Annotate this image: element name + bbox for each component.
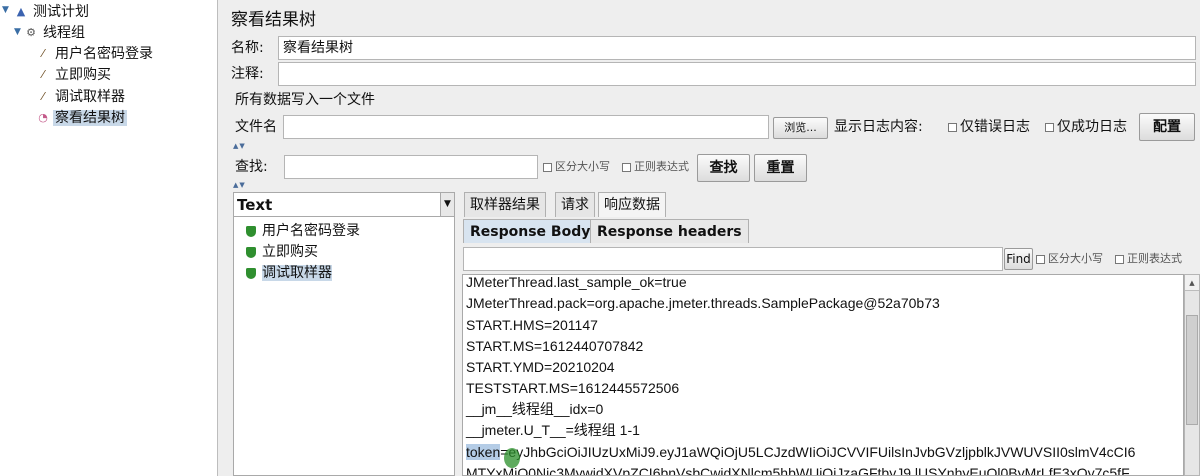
collapse-toggle-icon[interactable]: ▼ — [14, 27, 24, 37]
tree-item-login-sampler[interactable]: ⁄ 用户名密码登录 — [36, 44, 155, 64]
sampler-result-label: 用户名密码登录 — [262, 223, 360, 239]
token-line: token=eyJhbGciOiJIUzUxMiJ9.eyJ1aWQiOjU5L… — [466, 442, 1135, 463]
filename-label: 文件名 — [235, 119, 277, 135]
case-sensitive-label: 区分大小写 — [555, 160, 610, 173]
response-find-bar: Find 区分大小写 正则表达式 — [463, 247, 1200, 271]
gear-icon: ⚙ — [26, 26, 36, 39]
token-value: =eyJhbGciOiJIUzUxMiJ9.eyJ1aWQiOjU5LCJzdW… — [500, 444, 1136, 460]
splitter-handle[interactable]: ▲▼ — [233, 143, 1200, 150]
sampler-result-login[interactable]: 用户名密码登录 — [246, 221, 360, 241]
renderer-select[interactable]: Text ▼ — [234, 193, 454, 217]
response-line: START.MS=1612440707842 — [466, 338, 644, 354]
tab-request[interactable]: 请求 — [555, 192, 595, 217]
success-only-checkbox[interactable]: 仅成功日志 — [1045, 117, 1127, 137]
collapse-toggle-icon[interactable]: ▼ — [2, 5, 12, 15]
response-line: __jm__线程组__idx=0 — [466, 401, 604, 417]
errors-only-checkbox[interactable]: 仅错误日志 — [948, 117, 1030, 137]
filename-input[interactable] — [283, 115, 769, 139]
tree-item-label: 察看结果树 — [53, 110, 127, 126]
tree-item-results-tree[interactable]: ◔ 察看结果树 — [36, 108, 127, 128]
tree-item-label: 测试计划 — [33, 4, 89, 20]
regex-label: 正则表达式 — [634, 160, 689, 173]
response-find-input[interactable] — [463, 247, 1003, 271]
log-content-label: 显示日志内容: — [834, 119, 923, 135]
panel-title: 察看结果树 — [231, 10, 316, 30]
response-regex-checkbox[interactable]: 正则表达式 — [1115, 249, 1182, 269]
reset-button[interactable]: 重置 — [754, 154, 807, 182]
sampler-result-label: 调试取样器 — [262, 265, 332, 281]
errors-only-label: 仅错误日志 — [960, 119, 1030, 135]
success-shield-icon — [246, 225, 256, 237]
scrollbar-thumb[interactable] — [1186, 315, 1198, 425]
sampler-result-label: 立即购买 — [262, 244, 318, 260]
response-case-checkbox[interactable]: 区分大小写 — [1036, 249, 1103, 269]
success-only-label: 仅成功日志 — [1057, 119, 1127, 135]
response-line: TESTSTART.MS=1612445572506 — [466, 380, 680, 396]
chevron-down-icon[interactable]: ▼ — [440, 193, 454, 216]
pipette-icon: ⁄ — [42, 90, 44, 103]
mouse-cursor-highlight — [504, 448, 520, 468]
success-shield-icon — [246, 267, 256, 279]
comment-label: 注释: — [231, 66, 264, 82]
tab-response-data[interactable]: 响应数据 — [598, 192, 666, 217]
configure-button[interactable]: 配置 — [1139, 113, 1195, 141]
search-label: 查找: — [235, 159, 268, 175]
response-regex-label: 正则表达式 — [1127, 252, 1182, 265]
sampler-result-buy[interactable]: 立即购买 — [246, 242, 318, 262]
pipette-icon: ⁄ — [42, 68, 44, 81]
case-sensitive-checkbox[interactable]: 区分大小写 — [543, 157, 610, 177]
checkbox-box — [1115, 254, 1124, 264]
tab-response-headers[interactable]: Response headers — [590, 219, 749, 243]
tree-item-test-plan[interactable]: ▲ 测试计划 — [14, 2, 91, 22]
tree-item-thread-group[interactable]: ⚙ 线程组 — [24, 23, 87, 43]
response-line: JMeterThread.last_sample_ok=true — [466, 274, 687, 290]
response-case-label: 区分大小写 — [1048, 252, 1103, 265]
test-plan-tree: ▼ ▲ 测试计划 ▼ ⚙ 线程组 ⁄ 用户名密码登录 ⁄ 立即购买 ⁄ 调试取样器 ◔ 察看… — [0, 0, 218, 476]
sampler-result-debug[interactable]: 调试取样器 — [246, 263, 332, 283]
listener-icon: ◔ — [38, 111, 48, 124]
checkbox-box — [543, 162, 552, 172]
tree-item-label: 立即购买 — [55, 67, 111, 83]
name-input[interactable]: 察看结果树 — [278, 36, 1196, 60]
checkbox-box — [1036, 254, 1045, 264]
tree-item-label: 用户名密码登录 — [55, 46, 153, 62]
token-key-selection: token — [466, 444, 501, 460]
renderer-select-value: Text — [237, 196, 273, 214]
pipette-icon: ⁄ — [42, 47, 44, 60]
sampler-result-list: Text ▼ 用户名密码登录 立即购买 调试取样器 — [233, 192, 455, 476]
tree-item-buy-sampler[interactable]: ⁄ 立即购买 — [36, 65, 113, 85]
tree-item-label: 线程组 — [43, 25, 85, 41]
tab-response-body[interactable]: Response Body — [463, 219, 598, 243]
response-find-button[interactable]: Find — [1004, 248, 1033, 270]
success-shield-icon — [246, 246, 256, 258]
response-line: START.HMS=201147 — [466, 317, 598, 333]
checkbox-box — [1045, 122, 1054, 132]
comment-input[interactable] — [278, 62, 1196, 86]
tab-sampler-result[interactable]: 取样器结果 — [464, 192, 546, 217]
browse-button[interactable]: 浏览... — [773, 117, 828, 139]
checkbox-box — [948, 122, 957, 132]
splitter-handle[interactable]: ▲▼ — [233, 182, 1200, 189]
response-body-text[interactable]: JMeterThread.last_sample_ok=true JMeterT… — [462, 274, 1184, 476]
response-scrollbar[interactable]: ▲ — [1184, 274, 1200, 476]
tree-item-label: 调试取样器 — [55, 89, 125, 105]
scroll-up-arrow-icon[interactable]: ▲ — [1185, 275, 1199, 291]
test-plan-icon: ▲ — [16, 5, 26, 18]
response-line: START.YMD=20210204 — [466, 359, 615, 375]
file-section-title: 所有数据写入一个文件 — [235, 92, 375, 108]
search-input[interactable] — [284, 155, 538, 179]
regex-checkbox[interactable]: 正则表达式 — [622, 157, 689, 177]
response-line: MTYxMiQ0Nic3MywidXVpZCI6bnVsbCwidXNlcm5h… — [466, 465, 1130, 476]
response-line: JMeterThread.pack=org.apache.jmeter.thre… — [466, 295, 940, 311]
name-label: 名称: — [231, 40, 264, 56]
find-button[interactable]: 查找 — [697, 154, 750, 182]
checkbox-box — [622, 162, 631, 172]
tree-item-debug-sampler[interactable]: ⁄ 调试取样器 — [36, 87, 127, 107]
response-line: __jmeter.U_T__=线程组 1-1 — [466, 422, 640, 438]
